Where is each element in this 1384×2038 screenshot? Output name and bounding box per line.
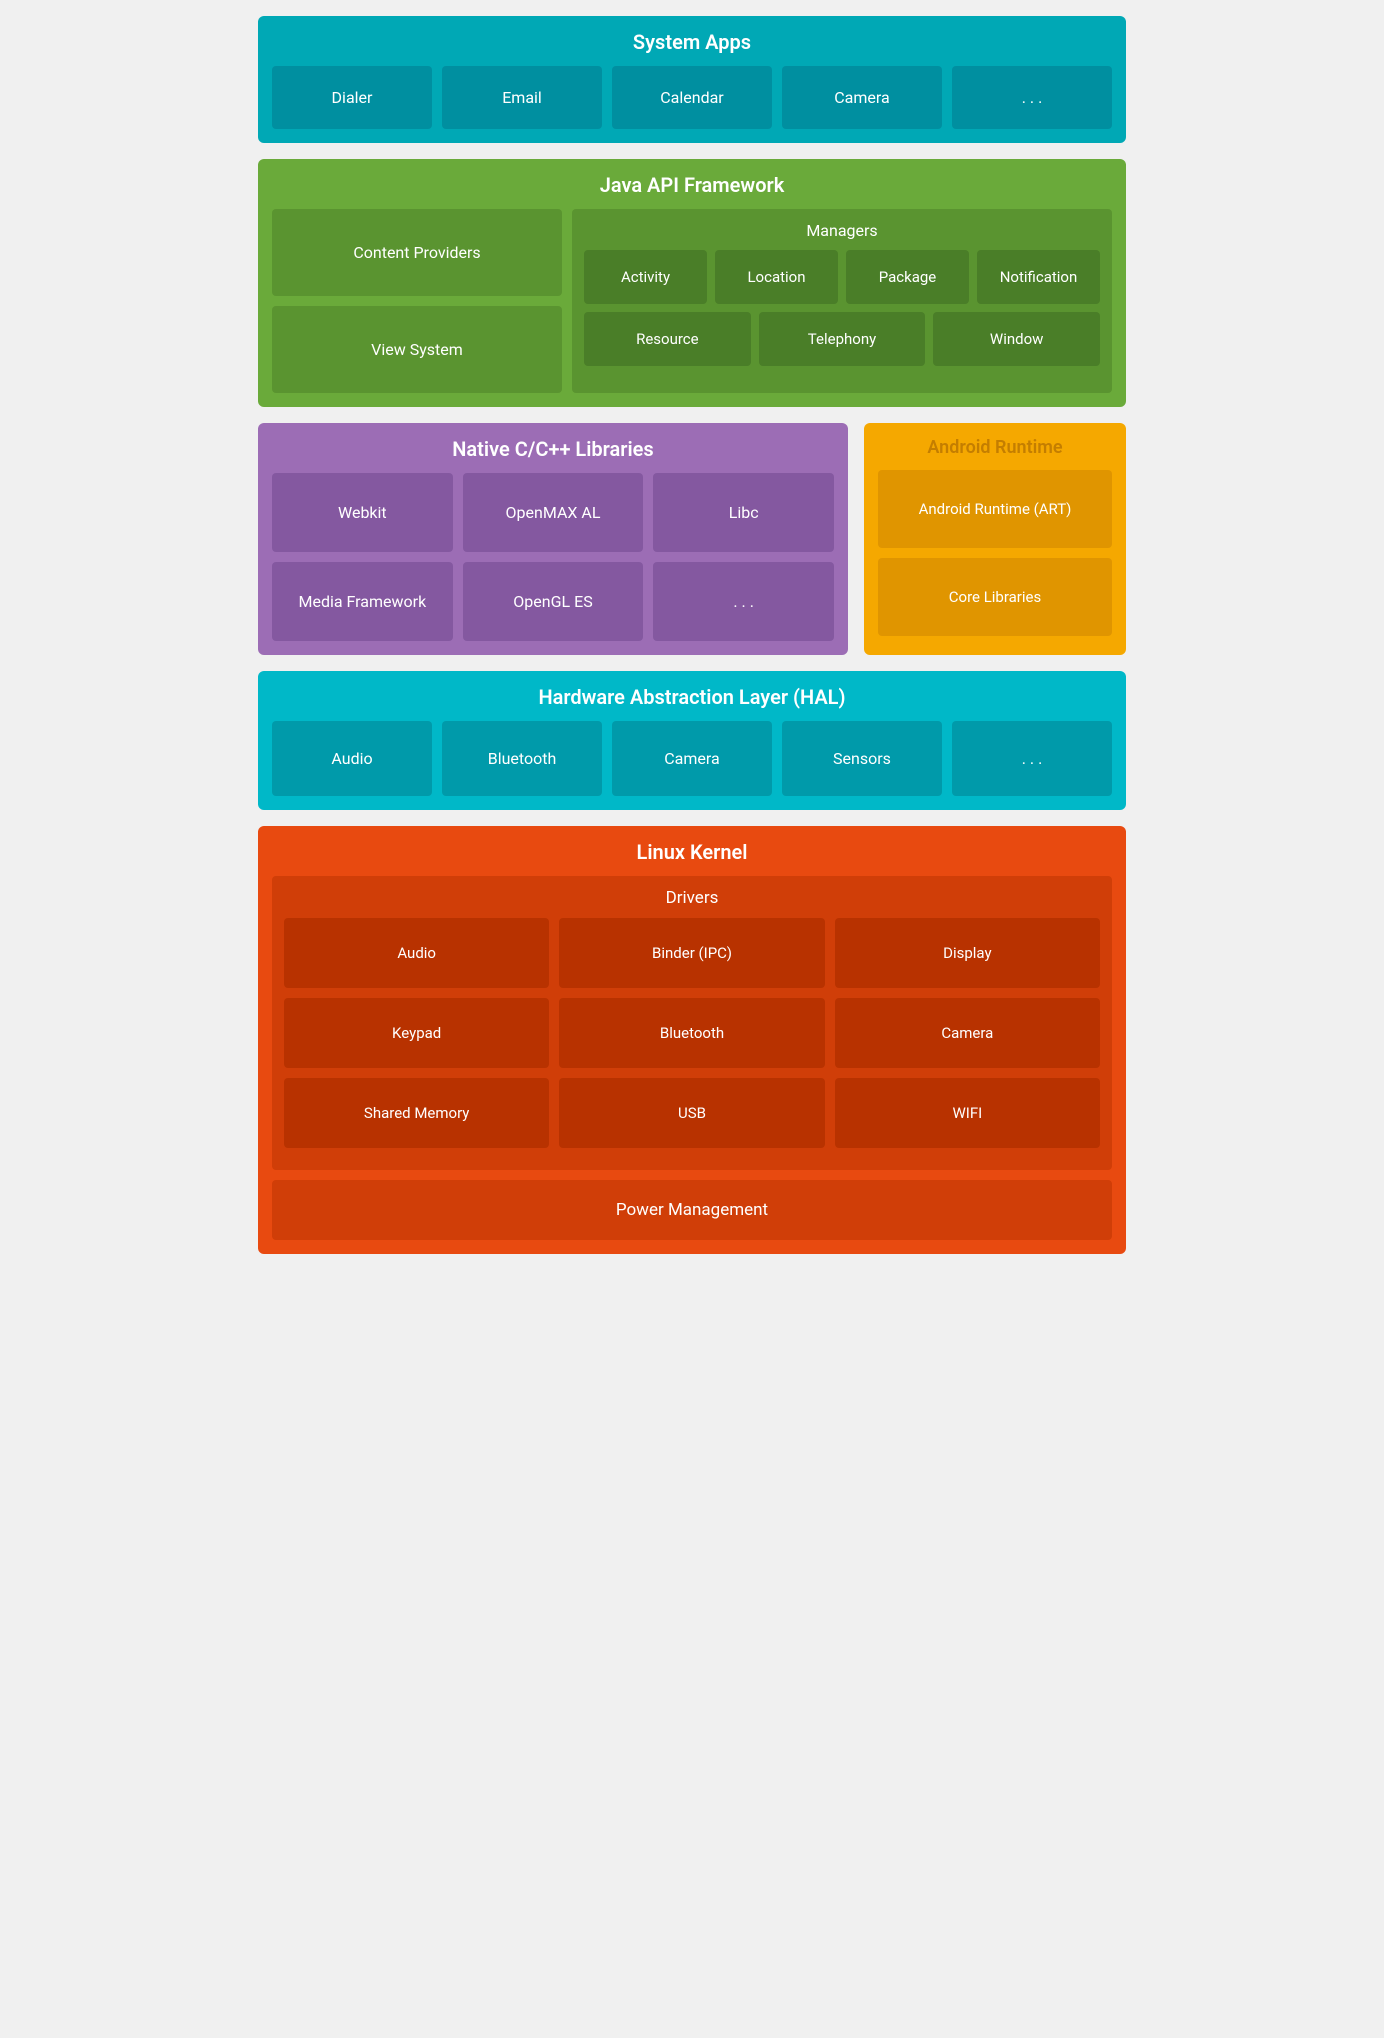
native-cpp-grid: Webkit OpenMAX AL Libc Media Framework O… [272, 473, 834, 641]
list-item: Notification [977, 250, 1100, 304]
managers-grid: Activity Location Package Notification R… [584, 250, 1100, 366]
linux-kernel-section: Linux Kernel Drivers Audio Binder (IPC) … [258, 826, 1126, 1254]
native-cpp-section: Native C/C++ Libraries Webkit OpenMAX AL… [258, 423, 848, 655]
view-system-item: View System [272, 306, 562, 393]
list-item: Package [846, 250, 969, 304]
list-item: Camera [835, 998, 1100, 1068]
list-item: Telephony [759, 312, 926, 366]
android-runtime-items: Android Runtime (ART) Core Libraries [878, 470, 1112, 636]
java-api-right-col: Managers Activity Location Package Notif… [572, 209, 1112, 393]
list-item: Media Framework [272, 562, 453, 641]
list-item: Activity [584, 250, 707, 304]
content-providers-item: Content Providers [272, 209, 562, 296]
system-apps-title: System Apps [272, 30, 1112, 54]
java-api-section: Java API Framework Content Providers Vie… [258, 159, 1126, 407]
list-item: . . . [653, 562, 834, 641]
list-item: Audio [284, 918, 549, 988]
system-apps-items-row: Dialer Email Calendar Camera . . . [272, 66, 1112, 129]
native-cpp-title: Native C/C++ Libraries [272, 437, 834, 461]
list-item: Binder (IPC) [559, 918, 824, 988]
list-item: Camera [782, 66, 942, 129]
list-item: Window [933, 312, 1100, 366]
drivers-box: Drivers Audio Binder (IPC) Display Keypa… [272, 876, 1112, 1170]
java-api-content-row: Content Providers View System Managers A… [272, 209, 1112, 393]
list-item: Resource [584, 312, 751, 366]
list-item: Core Libraries [878, 558, 1112, 636]
system-apps-section: System Apps Dialer Email Calendar Camera… [258, 16, 1126, 143]
android-runtime-section: Android Runtime Android Runtime (ART) Co… [864, 423, 1126, 655]
managers-title: Managers [584, 221, 1100, 240]
middle-row: Native C/C++ Libraries Webkit OpenMAX AL… [258, 423, 1126, 655]
managers-row-2: Resource Telephony Window [584, 312, 1100, 366]
list-item: Display [835, 918, 1100, 988]
list-item: Bluetooth [442, 721, 602, 796]
list-item: Calendar [612, 66, 772, 129]
managers-row-1: Activity Location Package Notification [584, 250, 1100, 304]
list-item: . . . [952, 721, 1112, 796]
linux-kernel-title: Linux Kernel [272, 840, 1112, 864]
power-management-item: Power Management [272, 1180, 1112, 1240]
list-item: . . . [952, 66, 1112, 129]
list-item: Libc [653, 473, 834, 552]
list-item: Keypad [284, 998, 549, 1068]
java-api-title: Java API Framework [272, 173, 1112, 197]
list-item: Dialer [272, 66, 432, 129]
android-architecture-diagram: System Apps Dialer Email Calendar Camera… [242, 0, 1142, 1270]
hal-items-row: Audio Bluetooth Camera Sensors . . . [272, 721, 1112, 796]
list-item: OpenGL ES [463, 562, 644, 641]
list-item: WIFI [835, 1078, 1100, 1148]
list-item: OpenMAX AL [463, 473, 644, 552]
drivers-title: Drivers [284, 888, 1100, 908]
list-item: Location [715, 250, 838, 304]
list-item: Webkit [272, 473, 453, 552]
android-runtime-title: Android Runtime [878, 437, 1112, 458]
list-item: Shared Memory [284, 1078, 549, 1148]
list-item: Audio [272, 721, 432, 796]
hal-section: Hardware Abstraction Layer (HAL) Audio B… [258, 671, 1126, 810]
list-item: Email [442, 66, 602, 129]
java-api-left-col: Content Providers View System [272, 209, 562, 393]
list-item: Android Runtime (ART) [878, 470, 1112, 548]
drivers-grid: Audio Binder (IPC) Display Keypad Blueto… [284, 918, 1100, 1148]
list-item: Bluetooth [559, 998, 824, 1068]
hal-title: Hardware Abstraction Layer (HAL) [272, 685, 1112, 709]
list-item: Camera [612, 721, 772, 796]
list-item: USB [559, 1078, 824, 1148]
list-item: Sensors [782, 721, 942, 796]
